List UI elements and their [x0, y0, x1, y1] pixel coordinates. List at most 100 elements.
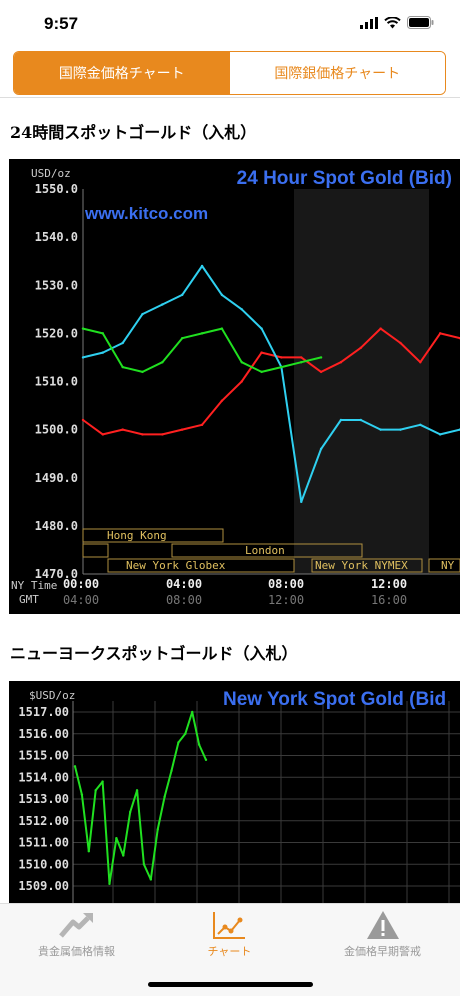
data-point	[280, 365, 283, 369]
session-ny-globex: New York Globex	[126, 559, 226, 572]
tab-precious-metal-prices[interactable]: 貴金属価格情報	[0, 904, 153, 964]
chart-ny-spot-gold: New York Spot Gold (Bid $USD/oz 1517.00 1…	[9, 681, 460, 903]
data-point	[177, 741, 180, 744]
grid	[72, 701, 460, 903]
data-point	[419, 361, 422, 364]
y-tick-label: 1550.0	[35, 182, 78, 196]
data-point	[240, 361, 243, 364]
section-title-ny: ニューヨークスポットゴールド（入札）	[10, 644, 298, 663]
gmt-tick-3: 16:00	[371, 593, 407, 607]
chart-watermark: www.kitco.com	[84, 204, 208, 223]
data-point	[94, 789, 97, 792]
tab-label: 貴金属価格情報	[38, 945, 115, 958]
data-point	[161, 433, 164, 436]
data-point	[156, 828, 159, 831]
data-point	[379, 428, 382, 431]
data-point	[438, 433, 442, 436]
y-tick-label: 1480.0	[35, 519, 78, 533]
data-point	[170, 769, 173, 772]
data-point	[220, 399, 224, 402]
data-point	[141, 312, 144, 316]
data-point	[220, 327, 224, 330]
nymex-session-shade	[294, 189, 429, 574]
data-point	[87, 850, 90, 853]
chart-header: New York Spot Gold (Bid	[223, 689, 446, 710]
data-point	[339, 418, 343, 422]
session-ny-short: NY	[441, 559, 455, 572]
y-tick-label: 1514.00	[18, 770, 69, 784]
data-point	[300, 356, 303, 359]
ny-tick-3: 12:00	[371, 577, 407, 591]
home-indicator	[148, 982, 313, 987]
data-point	[191, 710, 194, 714]
data-point	[300, 500, 303, 504]
data-point	[181, 336, 184, 340]
series-line-0	[74, 711, 207, 885]
data-point	[163, 795, 166, 799]
data-point	[359, 418, 362, 422]
ny-time-label: NY Time	[11, 579, 57, 592]
data-point	[121, 428, 124, 431]
data-point	[260, 370, 263, 374]
wifi-icon	[384, 16, 401, 28]
data-point	[240, 380, 243, 383]
data-point	[141, 433, 144, 436]
data-point	[200, 332, 204, 335]
session-hong-kong: Hong Kong	[107, 529, 167, 542]
ny-tick-2: 08:00	[268, 577, 304, 591]
data-point	[399, 428, 402, 431]
data-point	[280, 356, 283, 359]
y-tick-label: 1512.00	[18, 814, 69, 828]
y-tick-label: 1510.00	[18, 857, 69, 871]
data-point	[220, 293, 224, 297]
segment-silver-chart[interactable]: 国際銀価格チャート	[229, 52, 445, 94]
data-point	[181, 428, 184, 431]
data-point	[438, 332, 442, 335]
data-point	[200, 264, 204, 268]
tab-label: 金価格早期警戒	[344, 945, 421, 958]
tab-gold-early-warning[interactable]: 金価格早期警戒	[306, 904, 459, 964]
header-divider	[0, 97, 460, 98]
data-point	[240, 308, 243, 311]
data-point	[122, 854, 125, 857]
data-point	[128, 810, 132, 814]
data-point	[101, 780, 104, 783]
data-point	[184, 732, 187, 735]
data-point	[101, 351, 105, 354]
data-point	[419, 423, 422, 427]
y-unit-label: USD/oz	[31, 167, 71, 180]
chart-type-segmented-control: 国際金価格チャート 国際銀価格チャート	[13, 51, 446, 95]
data-point	[197, 743, 201, 746]
data-point	[204, 758, 208, 762]
chart-icon	[213, 912, 245, 939]
battery-icon	[407, 16, 434, 29]
data-point	[379, 327, 382, 330]
data-point	[260, 327, 263, 330]
data-point	[161, 303, 164, 306]
session-ny-nymex: New York NYMEX	[315, 559, 408, 572]
y-tick-label: 1530.0	[35, 278, 78, 292]
y-tick-label: 1511.00	[18, 836, 69, 850]
tab-label: チャート	[207, 945, 252, 958]
y-tick-label: 1520.0	[35, 326, 78, 340]
data-point	[319, 370, 323, 374]
data-point	[399, 341, 402, 345]
data-point	[121, 341, 124, 345]
tab-chart[interactable]: チャート	[153, 904, 306, 964]
gmt-tick-1: 08:00	[166, 593, 202, 607]
series-line-2	[82, 327, 322, 373]
warning-icon	[367, 911, 399, 939]
data-point	[135, 789, 139, 792]
data-point	[142, 863, 146, 866]
data-point	[101, 332, 105, 335]
data-point	[81, 356, 85, 359]
data-point	[115, 836, 118, 840]
data-point	[81, 327, 85, 330]
y-tick-label: 1515.00	[18, 749, 69, 763]
section-title-24h: 24時間スポットゴールド（入札）	[10, 123, 257, 142]
gmt-tick-2: 12:00	[268, 593, 304, 607]
trend-up-icon	[59, 913, 93, 938]
ny-tick-1: 04:00	[166, 577, 202, 591]
data-point	[101, 433, 105, 436]
segment-gold-chart[interactable]: 国際金価格チャート	[14, 52, 230, 94]
